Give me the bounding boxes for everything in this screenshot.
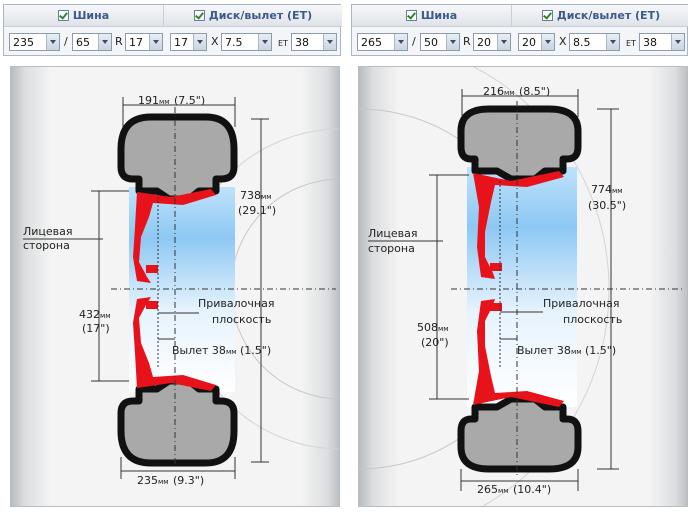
left-disk-header[interactable]: Диск/вылет (ET)	[164, 5, 342, 27]
left-tire-header[interactable]: Шина	[4, 5, 164, 27]
offset-in: (1.5")	[585, 344, 616, 357]
dim-top-unit: мм	[504, 89, 515, 97]
right-x-separator: X	[559, 35, 567, 48]
right-disk-checkbox-icon[interactable]	[541, 10, 553, 21]
mount-label-2: плоскость	[563, 313, 622, 326]
chevron-down-icon	[394, 34, 407, 50]
right-wheel-diagram: 216 мм (8.5") 774 мм (30.5") 508 мм (20"…	[358, 66, 688, 507]
hub-top-red	[146, 265, 158, 273]
dim-outer-mm: 738	[240, 189, 261, 202]
left-et-label: ET	[278, 39, 288, 48]
left-slash-separator: /	[64, 35, 68, 48]
dim-bottom-unit: мм	[158, 478, 169, 486]
dim-top-mm: 191	[138, 94, 159, 107]
chevron-down-icon	[193, 34, 206, 50]
tire-bottom-section	[117, 377, 238, 467]
chevron-down-icon	[541, 34, 554, 50]
hub-bottom-red	[146, 301, 158, 309]
left-size-controls: Шина Диск/вылет (ET) 235 / 65 R 17 17 X …	[3, 4, 342, 56]
offset-unit: мм	[571, 348, 582, 356]
left-x-separator: X	[211, 35, 219, 48]
right-tire-header[interactable]: Шина	[352, 5, 512, 27]
offset-text: Вылет 38	[517, 344, 571, 357]
left-et-select[interactable]: 38	[291, 33, 337, 51]
dim-inner-in: (20")	[421, 336, 449, 349]
left-tire-checkbox-icon[interactable]	[57, 10, 69, 21]
dim-top-in: (7.5")	[174, 94, 205, 107]
face-label-1: Лицевая	[368, 227, 418, 240]
face-label-2: сторона	[23, 239, 70, 252]
mount-label-1: Привалочная	[198, 297, 274, 310]
chevron-down-icon	[98, 34, 111, 50]
tire-top-section	[117, 113, 238, 203]
offset-text: Вылет 38	[172, 344, 226, 357]
left-rim-width-select[interactable]: 7.5	[221, 33, 272, 51]
left-tire-profile-select[interactable]: 65	[72, 33, 112, 51]
left-rim-diameter-select[interactable]: 17	[170, 33, 207, 51]
dim-top-in: (8.5")	[519, 85, 550, 98]
mount-label-1: Привалочная	[543, 297, 619, 310]
chevron-down-icon	[149, 34, 162, 50]
dim-bottom-in: (9.3")	[173, 474, 204, 487]
right-et-label: ET	[626, 39, 636, 48]
chevron-down-icon	[497, 34, 510, 50]
dim-top-mm: 216	[483, 85, 504, 98]
right-disk-label: Диск/вылет (ET)	[556, 9, 661, 22]
right-rim-width-select[interactable]: 8.5	[569, 33, 620, 51]
dim-outer-unit: мм	[261, 193, 272, 201]
chevron-down-icon	[258, 34, 271, 50]
right-size-controls: Шина Диск/вылет (ET) 265 / 50 R 20 20 X …	[351, 4, 688, 56]
right-slash-separator: /	[412, 35, 416, 48]
dim-inner-mm: 508	[417, 321, 438, 334]
mount-label-2: плоскость	[212, 313, 271, 326]
dim-bottom-unit: мм	[498, 487, 509, 495]
right-r-separator: R	[463, 35, 471, 48]
dim-inner-unit: мм	[438, 325, 449, 333]
dim-bottom-mm: 235	[137, 474, 158, 487]
face-label-1: Лицевая	[23, 225, 73, 238]
dim-outer-in: (30.5")	[588, 199, 626, 212]
left-tire-width-select[interactable]: 235	[9, 33, 60, 51]
left-disk-checkbox-icon[interactable]	[193, 10, 205, 21]
left-wheel-diagram: 191 мм (7.5") 738 мм (29.1") 432 мм (17"…	[10, 66, 340, 507]
left-r-separator: R	[115, 35, 123, 48]
dim-top-unit: мм	[159, 98, 170, 106]
dim-outer-unit: мм	[612, 187, 623, 195]
right-et-select[interactable]: 38	[639, 33, 685, 51]
right-tire-profile-select[interactable]: 50	[420, 33, 460, 51]
tire-bottom-section	[457, 395, 582, 473]
dim-outer-in: (29.1")	[238, 204, 276, 217]
right-disk-header[interactable]: Диск/вылет (ET)	[512, 5, 688, 27]
right-rim-diameter-select[interactable]: 20	[518, 33, 555, 51]
offset-in: (1.5")	[240, 344, 271, 357]
chevron-down-icon	[671, 34, 684, 50]
chevron-down-icon	[46, 34, 59, 50]
dim-bottom-mm: 265	[477, 483, 498, 496]
dim-bottom-in: (10.4")	[513, 483, 551, 496]
face-label-2: сторона	[368, 242, 415, 255]
chevron-down-icon	[323, 34, 336, 50]
offset-unit: мм	[226, 348, 237, 356]
dim-inner-mm: 432	[79, 308, 100, 321]
chevron-down-icon	[446, 34, 459, 50]
tire-top-section	[457, 105, 582, 183]
left-disk-label: Диск/вылет (ET)	[208, 9, 313, 22]
right-tire-checkbox-icon[interactable]	[405, 10, 417, 21]
dim-outer-mm: 774	[591, 183, 612, 196]
right-tire-diameter-select[interactable]: 20	[473, 33, 511, 51]
left-tire-label: Шина	[72, 9, 110, 22]
left-tire-diameter-select[interactable]: 17	[125, 33, 163, 51]
right-tire-label: Шина	[420, 9, 458, 22]
right-tire-width-select[interactable]: 265	[357, 33, 408, 51]
chevron-down-icon	[606, 34, 619, 50]
dim-inner-unit: мм	[100, 312, 111, 320]
dim-inner-in: (17")	[82, 322, 110, 335]
